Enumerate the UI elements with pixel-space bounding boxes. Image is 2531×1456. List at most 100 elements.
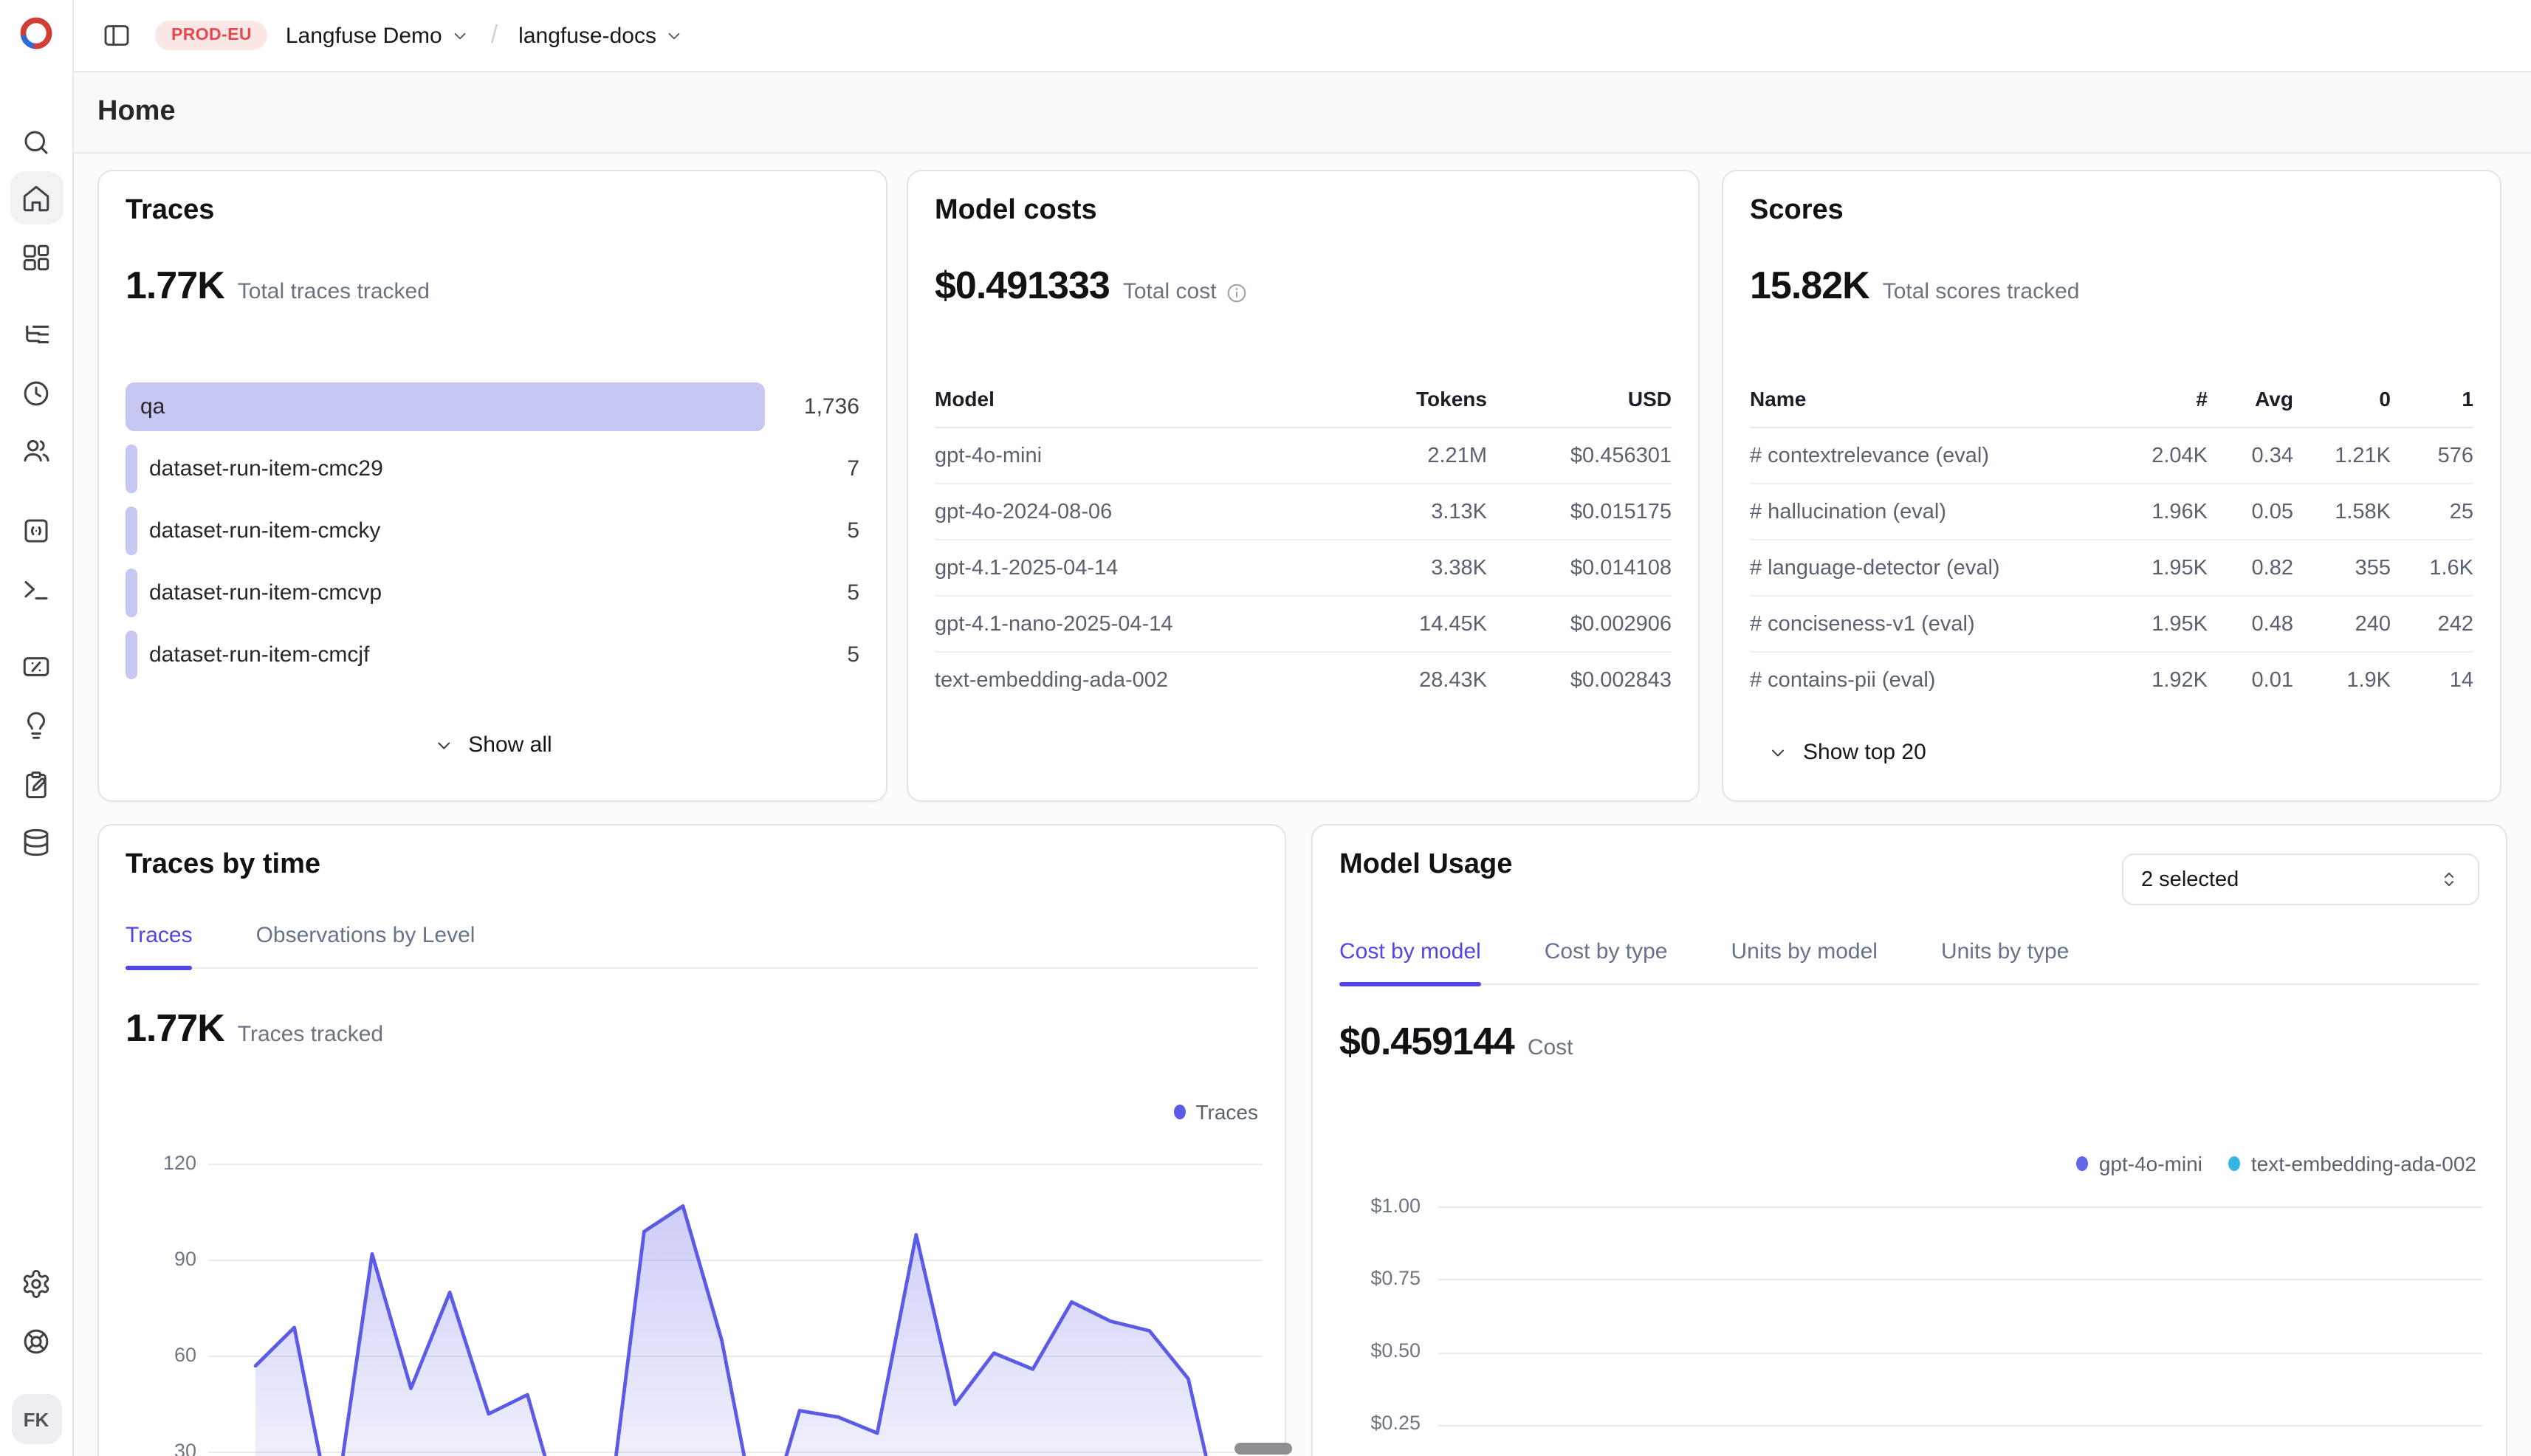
sidebar-item-search[interactable] bbox=[10, 115, 63, 168]
chevrons-up-down-icon bbox=[2438, 868, 2460, 890]
table-cell: 2.04K bbox=[2101, 444, 2208, 467]
trace-bar-row[interactable]: dataset-run-item-cmcvp5 bbox=[126, 569, 859, 617]
table-cell: $0.014108 bbox=[1487, 556, 1672, 580]
horizontal-scrollbar-thumb[interactable] bbox=[1234, 1443, 1292, 1455]
table-cell: 3.38K bbox=[1347, 556, 1487, 580]
sidebar-item-home[interactable] bbox=[10, 171, 63, 224]
tab-mu-cost-by-type[interactable]: Cost by type bbox=[1545, 939, 1668, 983]
bar-label: dataset-run-item-cmc29 bbox=[149, 444, 383, 493]
table-row: # contains-pii (eval)1.92K0.011.9K14 bbox=[1750, 653, 2473, 707]
sidebar-item-sessions[interactable] bbox=[10, 366, 63, 419]
table-row: gpt-4o-2024-08-063.13K$0.015175 bbox=[935, 484, 1672, 540]
bar-value: 1,736 bbox=[804, 382, 859, 431]
table-header-row: ModelTokensUSD bbox=[935, 387, 1672, 428]
table-cell: 1.92K bbox=[2101, 668, 2208, 692]
traces-by-time-tabs: Traces Observations by Level bbox=[126, 923, 1258, 969]
show-all-button[interactable]: Show all bbox=[433, 732, 552, 758]
traces-by-time-metric: 1.77K Traces tracked bbox=[126, 1006, 383, 1051]
chevron-down-icon bbox=[433, 735, 453, 755]
table-cell: 0.05 bbox=[2208, 500, 2293, 523]
table-cell: 355 bbox=[2293, 556, 2391, 580]
model-usage-metric-label: Cost bbox=[1528, 1035, 1573, 1060]
table-cell: 1.96K bbox=[2101, 500, 2208, 523]
project-name: langfuse-docs bbox=[518, 23, 656, 48]
topbar: PROD-EU Langfuse Demo / langfuse-docs bbox=[72, 0, 2531, 72]
tab-tbt-observations-by-level[interactable]: Observations by Level bbox=[256, 923, 475, 967]
model-usage-chart: $1.00$0.75$0.50$0.25 bbox=[1438, 1183, 2482, 1456]
table-row: # language-detector (eval)1.95K0.823551.… bbox=[1750, 540, 2473, 597]
legend-dot-icon bbox=[2077, 1156, 2089, 1171]
table-cell: 0.82 bbox=[2208, 556, 2293, 580]
project-breadcrumb-button[interactable]: langfuse-docs bbox=[518, 23, 684, 48]
bar-fill bbox=[126, 631, 137, 679]
info-icon[interactable] bbox=[1226, 281, 1248, 303]
sidebar-item-dashboards[interactable] bbox=[10, 230, 63, 284]
sidebar-item-prompts[interactable] bbox=[10, 504, 63, 557]
traces-by-time-chart: 120906030 bbox=[208, 1094, 1263, 1456]
sidebar-item-tracing[interactable] bbox=[10, 307, 63, 360]
user-avatar[interactable]: FK bbox=[11, 1394, 61, 1444]
sidebar-item-settings[interactable] bbox=[10, 1257, 63, 1310]
table-cell: 0.01 bbox=[2208, 668, 2293, 692]
environment-badge: PROD-EU bbox=[155, 21, 268, 50]
table-cell: 1.9K bbox=[2293, 668, 2391, 692]
sidebar-item-datasets[interactable] bbox=[10, 815, 63, 868]
traces-card: Traces 1.77K Total traces tracked qa1,73… bbox=[97, 170, 887, 802]
trace-bar-row[interactable]: dataset-run-item-cmcjf5 bbox=[126, 631, 859, 679]
table-cell: 242 bbox=[2391, 612, 2473, 636]
model-usage-tabs: Cost by model Cost by type Units by model U… bbox=[1339, 939, 2479, 985]
show-top-20-button[interactable]: Show top 20 bbox=[1768, 740, 1926, 765]
sidebar-item-support[interactable] bbox=[10, 1314, 63, 1367]
table-cell: $0.015175 bbox=[1487, 500, 1672, 523]
model-costs-table: ModelTokensUSDgpt-4o-mini2.21M$0.456301g… bbox=[935, 387, 1672, 707]
table-cell: $0.002843 bbox=[1487, 668, 1672, 692]
search-icon bbox=[21, 126, 52, 157]
model-select[interactable]: 2 selected bbox=[2122, 854, 2479, 905]
table-row: gpt-4.1-2025-04-143.38K$0.014108 bbox=[935, 540, 1672, 597]
langfuse-dashboard: FK PROD-EU Langfuse Demo / langfuse-docs… bbox=[0, 0, 2531, 1456]
scores-card: Scores 15.82K Total scores tracked Name#… bbox=[1722, 170, 2501, 802]
table-cell: 28.43K bbox=[1347, 668, 1487, 692]
sidebar-toggle-button[interactable] bbox=[96, 15, 137, 56]
column-header: USD bbox=[1487, 387, 1672, 411]
main-content: Traces 1.77K Total traces tracked qa1,73… bbox=[72, 154, 2531, 1456]
sidebar-item-evaluators[interactable] bbox=[10, 639, 63, 693]
chevron-down-icon bbox=[451, 27, 470, 46]
sidebar-item-insights[interactable] bbox=[10, 698, 63, 752]
scores-metric-label: Total scores tracked bbox=[1883, 279, 2080, 304]
trace-bar-row[interactable]: dataset-run-item-cmc297 bbox=[126, 444, 859, 493]
tab-mu-units-by-model[interactable]: Units by model bbox=[1731, 939, 1878, 983]
model-usage-metric-value: $0.459144 bbox=[1339, 1019, 1514, 1065]
chevron-down-icon bbox=[665, 27, 684, 46]
table-cell: 240 bbox=[2293, 612, 2391, 636]
table-cell: 1.6K bbox=[2391, 556, 2473, 580]
blocks-icon bbox=[21, 241, 52, 272]
column-header: Name bbox=[1750, 387, 2101, 411]
column-header: # bbox=[2101, 387, 2208, 411]
column-header: 1 bbox=[2391, 387, 2473, 411]
langfuse-logo[interactable] bbox=[16, 13, 56, 53]
model-costs-metric-label: Total cost bbox=[1123, 279, 1217, 304]
y-axis-tick-label: 30 bbox=[117, 1439, 196, 1456]
sidebar-item-users[interactable] bbox=[10, 424, 63, 477]
trace-bar-row[interactable]: dataset-run-item-cmcky5 bbox=[126, 506, 859, 555]
table-cell: 1.95K bbox=[2101, 612, 2208, 636]
table-cell: 0.34 bbox=[2208, 444, 2293, 467]
page-header: Home bbox=[72, 72, 2531, 154]
table-cell: gpt-4.1-2025-04-14 bbox=[935, 556, 1347, 580]
table-header-row: Name#Avg01 bbox=[1750, 387, 2473, 428]
org-breadcrumb-button[interactable]: Langfuse Demo bbox=[286, 23, 470, 48]
table-cell: 576 bbox=[2391, 444, 2473, 467]
tab-mu-cost-by-model[interactable]: Cost by model bbox=[1339, 939, 1481, 983]
table-cell: $0.002906 bbox=[1487, 612, 1672, 636]
y-axis-tick-label: 120 bbox=[117, 1151, 196, 1173]
trace-bar-row[interactable]: qa1,736 bbox=[126, 382, 859, 431]
table-cell: # contains-pii (eval) bbox=[1750, 668, 2101, 692]
traces-by-time-metric-label: Traces tracked bbox=[238, 1022, 383, 1047]
model-usage-chart-legend: gpt-4o-minitext-embedding-ada-002 bbox=[2077, 1152, 2476, 1175]
tab-mu-units-by-type[interactable]: Units by type bbox=[1941, 939, 2069, 983]
sidebar-item-playground[interactable] bbox=[10, 563, 63, 616]
show-top-20-label: Show top 20 bbox=[1803, 740, 1926, 765]
tab-tbt-traces[interactable]: Traces bbox=[126, 923, 193, 967]
sidebar-item-annotation[interactable] bbox=[10, 758, 63, 811]
